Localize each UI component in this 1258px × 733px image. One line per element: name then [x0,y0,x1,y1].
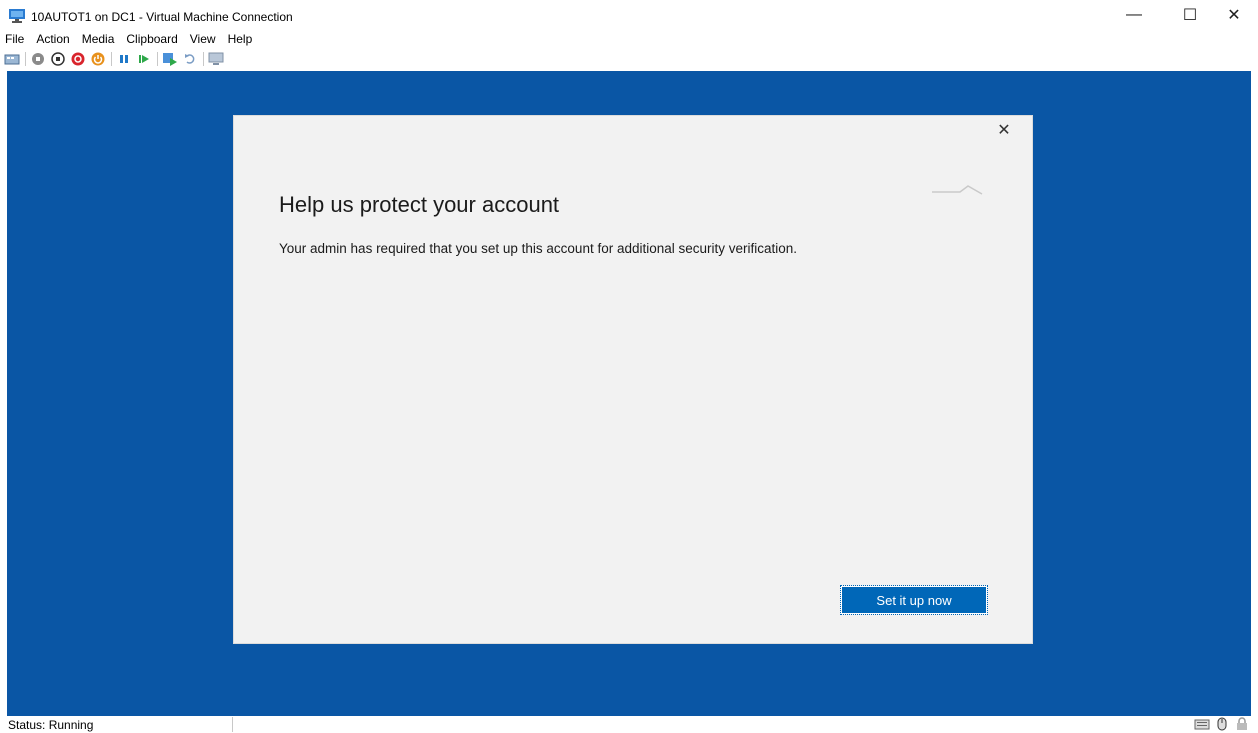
window-title: 10AUTOT1 on DC1 - Virtual Machine Connec… [31,10,293,24]
mfa-setup-dialog: ✕ Help us protect your account Your admi… [233,115,1033,644]
ctrl-alt-del-icon[interactable] [4,51,20,67]
menu-action[interactable]: Action [36,32,69,46]
status-divider [232,717,233,732]
checkpoint-icon[interactable] [162,51,178,67]
dialog-close-icon[interactable]: ✕ [994,120,1014,140]
menu-media[interactable]: Media [82,32,115,46]
toolbar-separator [157,52,158,66]
mouse-icon [1214,717,1230,731]
turn-off-icon[interactable] [50,51,66,67]
menu-clipboard[interactable]: Clipboard [126,32,177,46]
minimize-button[interactable]: — [1112,0,1156,30]
menu-bar: File Action Media Clipboard View Help [0,30,264,48]
brand-mark-icon [930,182,990,198]
lock-icon [1234,717,1250,731]
shut-down-icon[interactable] [70,51,86,67]
set-it-up-now-button[interactable]: Set it up now [840,585,988,615]
menu-view[interactable]: View [190,32,216,46]
vm-connection-icon [9,9,25,23]
enhanced-session-icon[interactable] [208,51,224,67]
toolbar-separator [25,52,26,66]
menu-help[interactable]: Help [228,32,253,46]
maximize-button[interactable]: ☐ [1168,0,1212,30]
toolbar-separator [111,52,112,66]
window-title-bar: 10AUTOT1 on DC1 - Virtual Machine Connec… [0,0,1258,30]
dialog-message: Your admin has required that you set up … [279,241,798,256]
save-icon[interactable] [90,51,106,67]
toolbar [0,49,228,69]
revert-icon[interactable] [182,51,198,67]
menu-file[interactable]: File [5,32,24,46]
status-bar: Status: Running [0,716,1258,733]
close-button[interactable]: ✕ [1212,0,1256,30]
toolbar-separator [203,52,204,66]
dialog-heading: Help us protect your account [279,192,560,217]
pause-icon[interactable] [116,51,132,67]
vm-display[interactable]: ✕ Help us protect your account Your admi… [7,71,1251,716]
keyboard-icon [1194,717,1210,731]
resume-icon[interactable] [136,51,152,67]
start-icon[interactable] [30,51,46,67]
vm-status: Status: Running [8,718,94,732]
status-icons [1190,717,1250,731]
